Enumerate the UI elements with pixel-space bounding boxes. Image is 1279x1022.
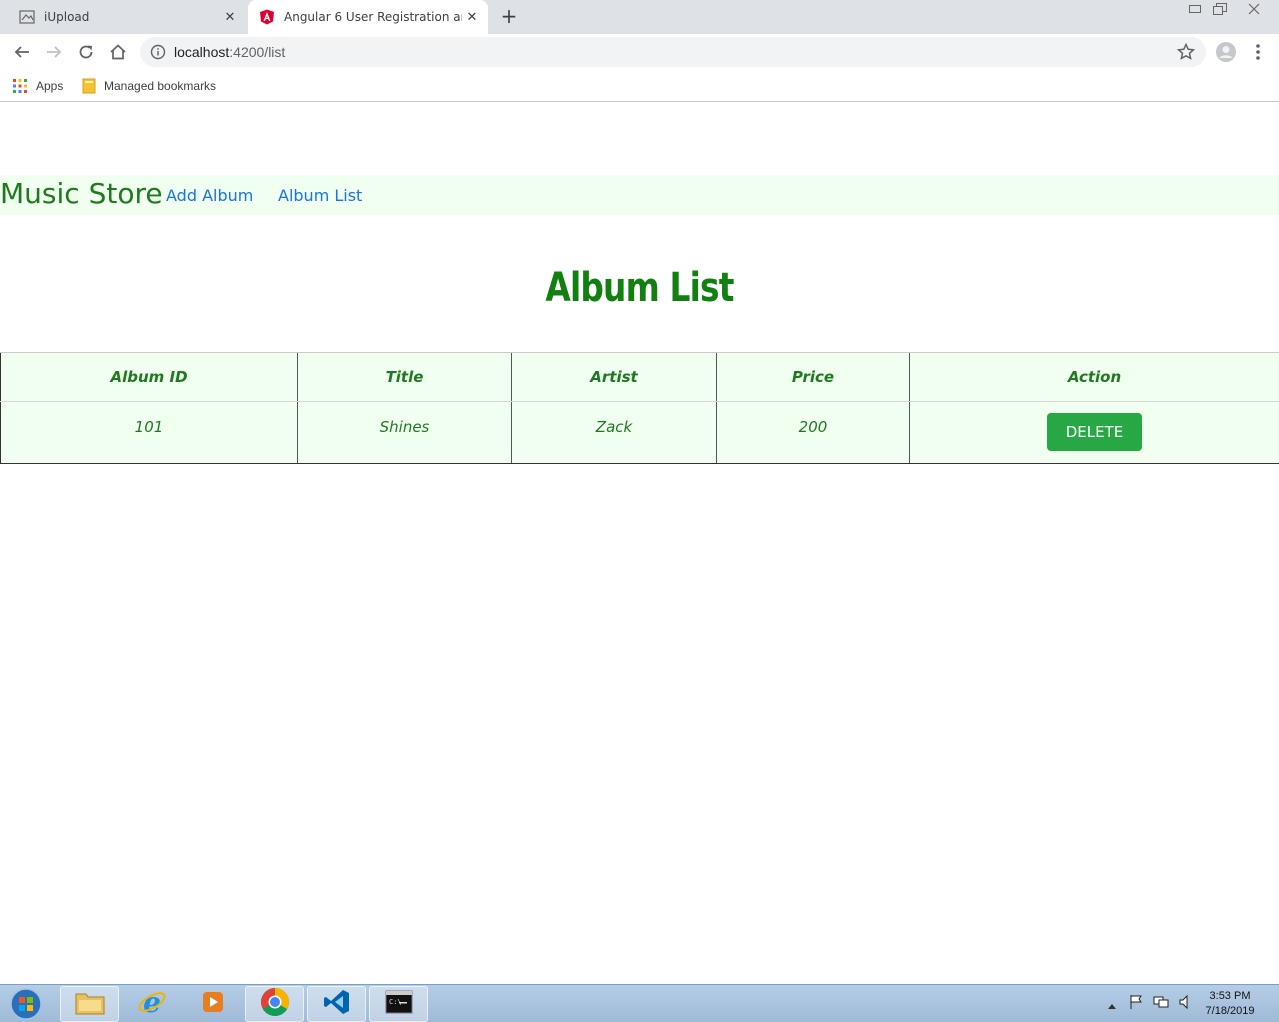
folder-icon bbox=[75, 989, 105, 1019]
apps-grid-icon bbox=[12, 78, 28, 94]
cell-price: 200 bbox=[716, 401, 910, 464]
network-icon[interactable] bbox=[1153, 994, 1169, 1014]
action-center-flag-icon[interactable] bbox=[1129, 994, 1143, 1014]
nav-add-album[interactable]: Add Album bbox=[166, 186, 253, 205]
clock-date: 7/18/2019 bbox=[1205, 1005, 1255, 1017]
column-header-title: Title bbox=[297, 352, 512, 402]
media-player-icon bbox=[199, 988, 227, 1020]
bookmark-label: Managed bookmarks bbox=[104, 79, 217, 93]
volume-icon[interactable] bbox=[1179, 994, 1193, 1014]
nav-album-list[interactable]: Album List bbox=[278, 186, 362, 205]
tab-iupload[interactable]: iUpload ✕ bbox=[8, 0, 246, 34]
album-table: Album ID Title Artist Price Action 101 S… bbox=[0, 352, 1279, 464]
system-clock[interactable]: 3:53 PM 7/18/2019 bbox=[1195, 989, 1265, 1019]
bookmark-apps[interactable]: Apps bbox=[12, 74, 63, 98]
forward-arrow-icon[interactable] bbox=[43, 41, 65, 63]
taskbar-vscode[interactable] bbox=[307, 986, 366, 1022]
cell-artist: Zack bbox=[511, 401, 717, 464]
table-header-row: Album ID Title Artist Price Action bbox=[0, 352, 1279, 402]
column-header-artist: Artist bbox=[511, 352, 717, 402]
start-button[interactable] bbox=[6, 987, 46, 1021]
column-header-action: Action bbox=[909, 352, 1279, 402]
url-text: localhost:4200/list bbox=[174, 44, 285, 60]
delete-button[interactable]: DELETE bbox=[1047, 413, 1142, 451]
tab-angular-registration[interactable]: Angular 6 User Registration and L ✕ bbox=[248, 0, 488, 34]
browser-toolbar: localhost:4200/list bbox=[0, 34, 1279, 70]
page-title: Album List bbox=[545, 265, 734, 311]
taskbar-explorer[interactable] bbox=[60, 986, 119, 1022]
folder-icon bbox=[82, 78, 96, 94]
url-path: :4200/list bbox=[229, 44, 286, 60]
angular-icon bbox=[259, 9, 275, 25]
bookmarks-bar: Apps Managed bookmarks bbox=[0, 70, 1279, 102]
tab-title: Angular 6 User Registration and L bbox=[284, 10, 462, 24]
app-navbar: Music Store Add Album Album List bbox=[0, 175, 1279, 215]
restore-icon[interactable] bbox=[1208, 0, 1232, 18]
more-menu-icon[interactable] bbox=[1251, 41, 1265, 63]
reload-icon[interactable] bbox=[75, 41, 97, 63]
column-header-price: Price bbox=[716, 352, 910, 402]
close-icon[interactable]: ✕ bbox=[462, 7, 482, 27]
back-arrow-icon[interactable] bbox=[11, 41, 33, 63]
taskbar-internet-explorer[interactable]: e bbox=[122, 986, 181, 1022]
profile-avatar-icon[interactable] bbox=[1215, 41, 1237, 63]
taskbar-media-player[interactable] bbox=[183, 986, 242, 1022]
svg-text:e: e bbox=[143, 987, 161, 1017]
new-tab-button[interactable]: + bbox=[498, 6, 520, 28]
taskbar-chrome[interactable] bbox=[245, 986, 304, 1022]
page-viewport: Music Store Add Album Album List Album L… bbox=[0, 103, 1279, 984]
bookmark-managed[interactable]: Managed bookmarks bbox=[82, 74, 216, 98]
clock-time: 3:53 PM bbox=[1209, 990, 1251, 1002]
cell-title: Shines bbox=[297, 401, 512, 464]
taskbar: e C:\ 3:53 PM 7/18/2019 bbox=[0, 984, 1279, 1022]
cell-action: DELETE bbox=[909, 401, 1279, 464]
table-row: 101 Shines Zack 200 DELETE bbox=[0, 401, 1279, 464]
upload-page-icon bbox=[19, 9, 35, 25]
bookmark-star-icon[interactable] bbox=[1176, 42, 1196, 62]
taskbar-command-prompt[interactable]: C:\ bbox=[369, 986, 428, 1022]
internet-explorer-icon: e bbox=[137, 986, 167, 1021]
url-host: localhost bbox=[174, 44, 230, 60]
address-bar[interactable]: localhost:4200/list bbox=[140, 37, 1206, 67]
tab-strip: iUpload ✕ Angular 6 User Registration an… bbox=[0, 0, 1279, 34]
brand-title[interactable]: Music Store bbox=[0, 177, 163, 210]
cell-album-id: 101 bbox=[0, 401, 298, 464]
column-header-album-id: Album ID bbox=[0, 352, 298, 402]
bookmark-label: Apps bbox=[36, 79, 64, 93]
show-hidden-icons-icon[interactable] bbox=[1107, 995, 1117, 1014]
vscode-icon bbox=[323, 988, 351, 1020]
minimize-icon[interactable] bbox=[1184, 0, 1206, 18]
terminal-icon: C:\ bbox=[385, 990, 413, 1018]
site-info-icon[interactable] bbox=[150, 44, 166, 60]
tab-title: iUpload bbox=[44, 10, 90, 24]
home-icon[interactable] bbox=[107, 41, 129, 63]
close-icon[interactable]: ✕ bbox=[220, 7, 240, 27]
chrome-icon bbox=[260, 987, 290, 1021]
window-close-icon[interactable] bbox=[1240, 0, 1268, 18]
